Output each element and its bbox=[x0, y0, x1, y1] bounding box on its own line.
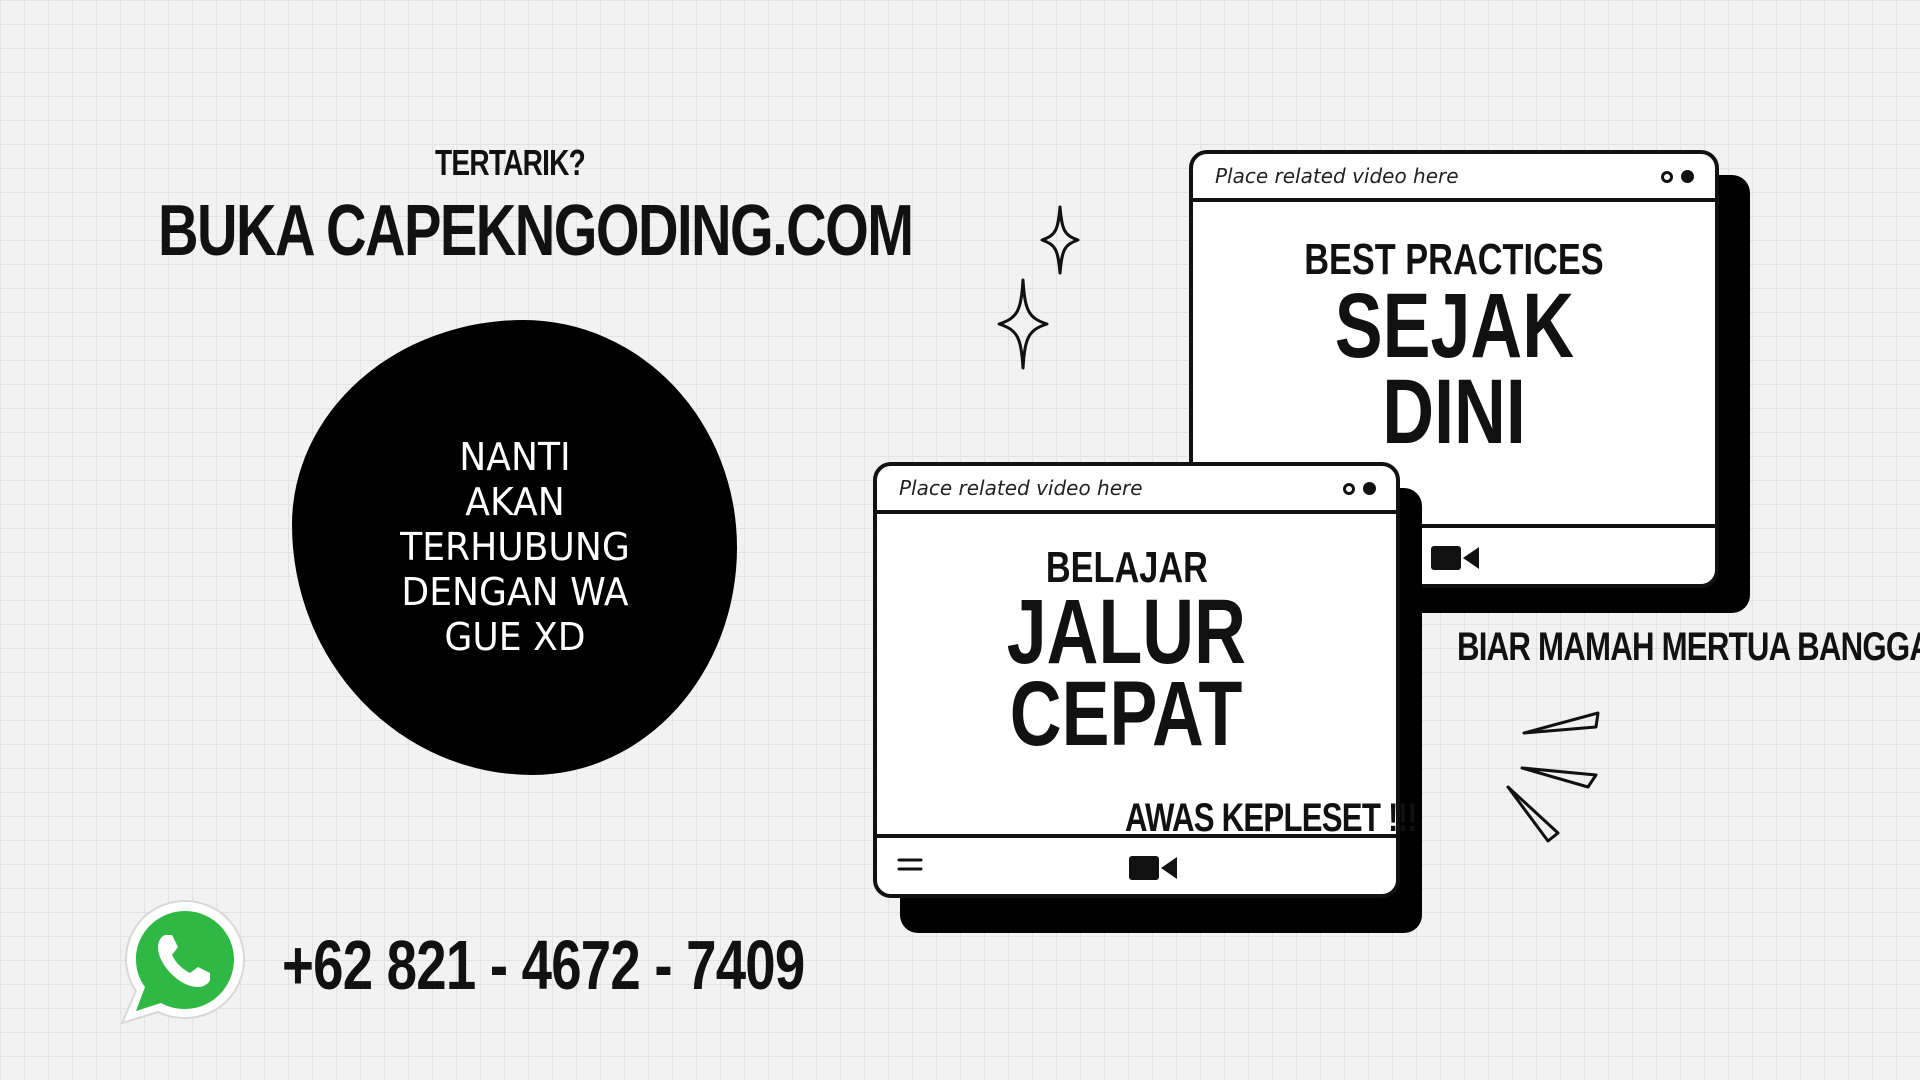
phone-number: +62 821 - 4672 - 7409 bbox=[282, 926, 805, 1004]
front-window-caption: Place related video here bbox=[899, 476, 1143, 500]
front-window-titlebar: Place related video here bbox=[877, 466, 1396, 514]
black-blob: NANTI AKAN TERHUBUNG DENGAN WA GUE XD bbox=[292, 320, 737, 775]
sparkle-small-icon bbox=[1040, 205, 1080, 275]
back-window-titlebar: Place related video here bbox=[1193, 154, 1715, 202]
window-dot-outline-icon bbox=[1661, 171, 1673, 183]
back-window-caption: Place related video here bbox=[1215, 164, 1459, 188]
burst-lines-icon bbox=[1506, 711, 1600, 843]
bangga-callout: BIAR MAMAH MERTUA BANGGA! bbox=[1457, 625, 1920, 669]
sparkle-large-icon bbox=[997, 278, 1049, 370]
awas-callout: AWAS KEPLESET !!! bbox=[1125, 796, 1418, 840]
whatsapp-icon bbox=[120, 899, 246, 1025]
front-window-footer bbox=[877, 834, 1396, 894]
front-window-line3: CEPAT bbox=[1010, 663, 1243, 765]
video-camera-icon bbox=[1129, 856, 1177, 880]
window-dot-filled-icon bbox=[1681, 170, 1694, 183]
window-dot-filled-icon bbox=[1363, 482, 1376, 495]
tertarik-heading: TERTARIK? bbox=[435, 142, 586, 183]
video-camera-icon bbox=[1431, 546, 1479, 570]
website-heading: BUKA CAPEKNGODING.COM bbox=[158, 191, 914, 271]
back-window-line2: SEJAK bbox=[1334, 275, 1574, 377]
blob-text: NANTI AKAN TERHUBUNG DENGAN WA GUE XD bbox=[399, 435, 630, 659]
window-dot-outline-icon bbox=[1343, 483, 1355, 495]
menu-icon bbox=[897, 858, 923, 871]
back-window-line3: DINI bbox=[1382, 361, 1526, 463]
